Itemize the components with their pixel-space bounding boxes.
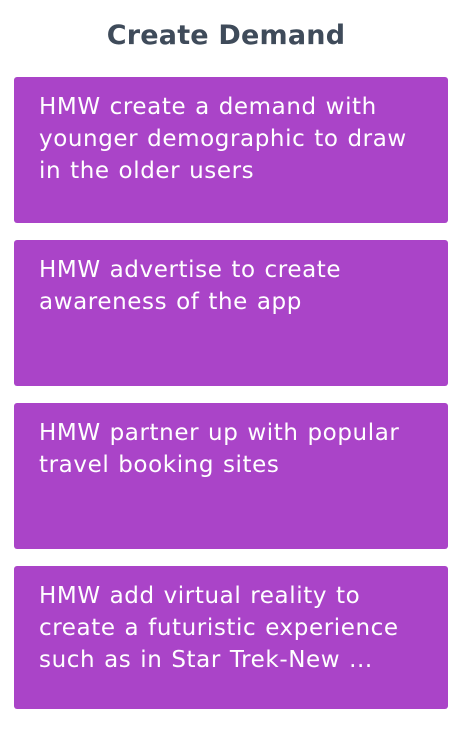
idea-card[interactable]: HMW advertise to create awareness of the… <box>14 240 448 386</box>
idea-card-text: HMW create a demand with younger demogra… <box>39 94 407 184</box>
card-list: HMW create a demand with younger demogra… <box>14 77 448 709</box>
idea-card[interactable]: HMW add virtual reality to create a futu… <box>14 566 448 709</box>
section-title: Create Demand <box>106 20 346 51</box>
idea-card-text: HMW partner up with popular travel booki… <box>39 420 400 478</box>
idea-card[interactable]: HMW create a demand with younger demogra… <box>14 77 448 223</box>
idea-card-text: HMW add virtual reality to create a futu… <box>39 583 399 673</box>
idea-card[interactable]: HMW partner up with popular travel booki… <box>14 403 448 549</box>
idea-card-text: HMW advertise to create awareness of the… <box>39 257 342 315</box>
